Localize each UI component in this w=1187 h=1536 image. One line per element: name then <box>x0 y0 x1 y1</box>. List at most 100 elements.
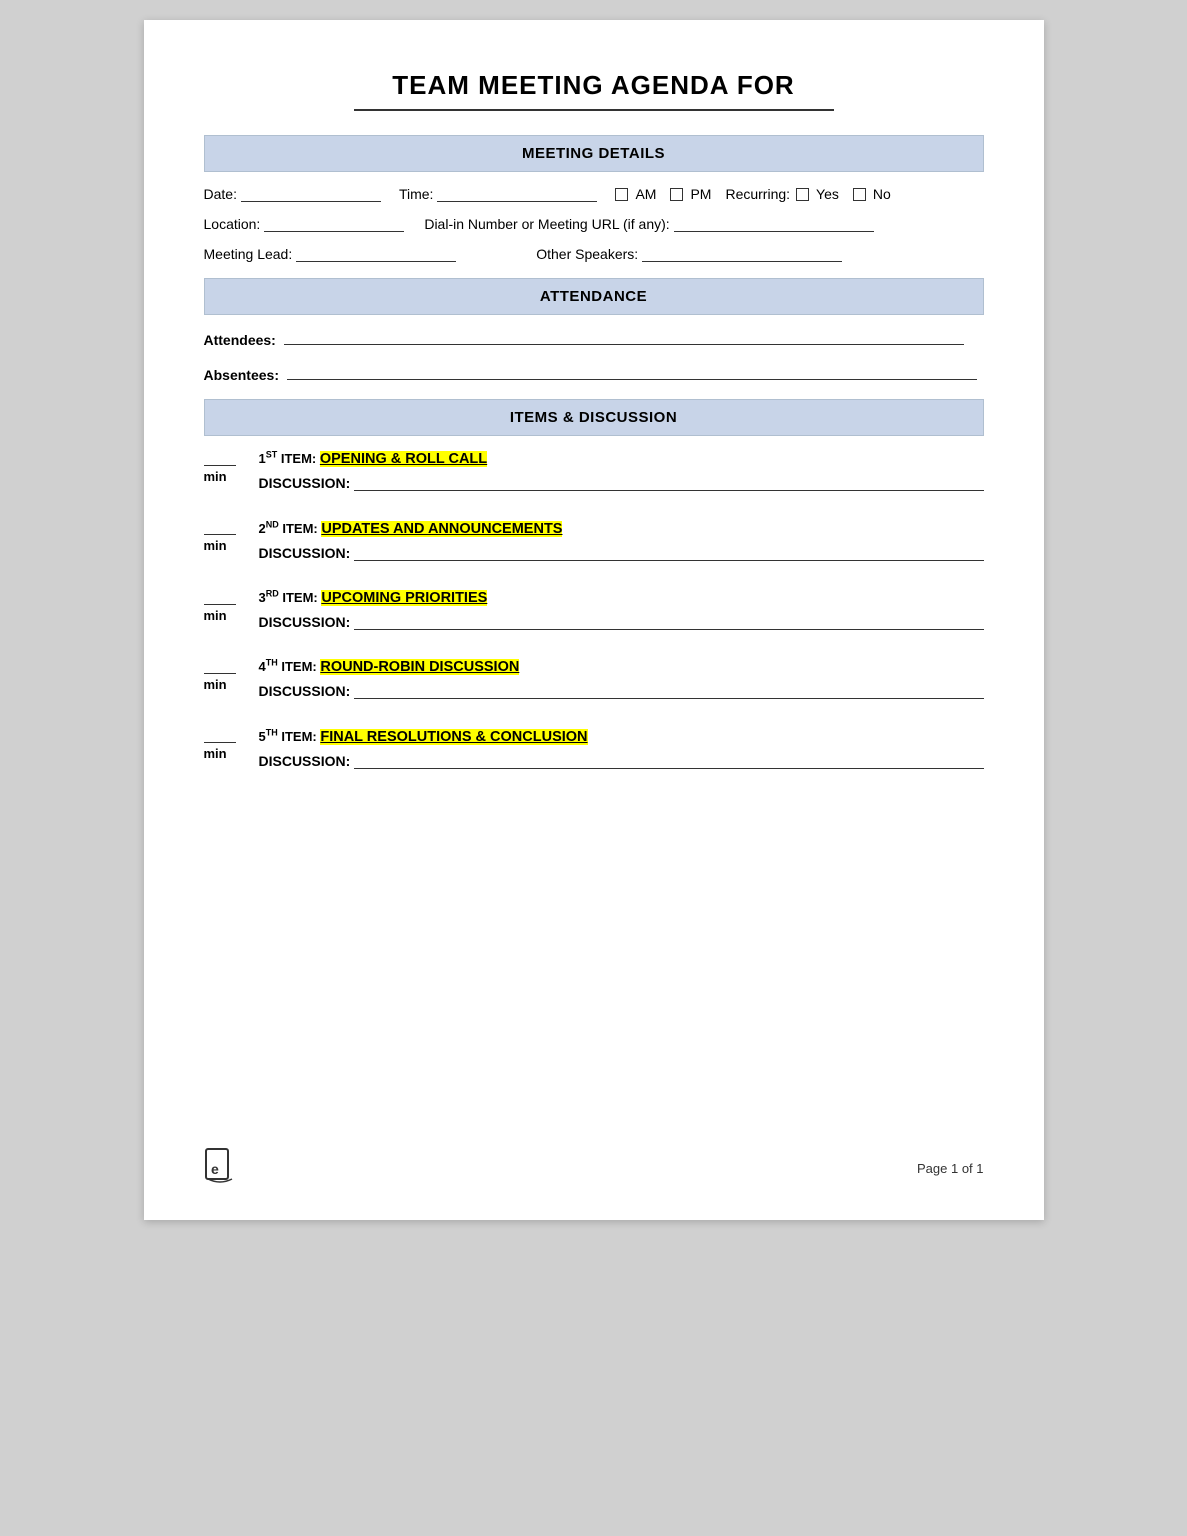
item-2-highlighted: UPDATES AND ANNOUNCEMENTS <box>321 521 562 537</box>
meeting-details-header: MEETING DETAILS <box>204 135 984 172</box>
item-5-highlighted: FINAL RESOLUTIONS & CONCLUSION <box>320 729 587 745</box>
item-4-content: 4TH ITEM: ROUND-ROBIN DISCUSSION DISCUSS… <box>259 658 984 699</box>
item-1-content: 1ST ITEM: OPENING & ROLL CALL DISCUSSION… <box>259 450 984 491</box>
date-label: Date: <box>204 186 237 202</box>
time-field[interactable] <box>437 186 597 202</box>
item-2-min-line <box>204 521 236 535</box>
item-1-number: 1ST ITEM: <box>259 451 320 466</box>
item-1-discussion-label: DISCUSSION: <box>259 475 351 491</box>
absentees-row: Absentees: <box>204 364 984 383</box>
no-checkbox-group: No <box>853 186 891 202</box>
document-title: TEAM MEETING AGENDA FOR <box>204 70 984 101</box>
date-field[interactable] <box>241 186 381 202</box>
yes-label: Yes <box>816 186 839 202</box>
agenda-item-4: min 4TH ITEM: ROUND-ROBIN DISCUSSION DIS… <box>204 658 984 699</box>
item-1-min-label: min <box>204 469 227 484</box>
attendees-label: Attendees: <box>204 332 276 348</box>
item-1-discussion-line[interactable] <box>354 475 983 491</box>
yes-checkbox[interactable] <box>796 188 809 201</box>
item-3-discussion-line[interactable] <box>354 614 983 630</box>
item-5-discussion-line[interactable] <box>354 753 983 769</box>
pm-label: PM <box>690 186 711 202</box>
item-3-min-line <box>204 591 236 605</box>
item-2-time: min <box>204 519 259 553</box>
no-label: No <box>873 186 891 202</box>
item-5-content: 5TH ITEM: FINAL RESOLUTIONS & CONCLUSION… <box>259 727 984 768</box>
title-section: TEAM MEETING AGENDA FOR <box>204 70 984 111</box>
item-4-highlighted: ROUND-ROBIN DISCUSSION <box>320 659 519 675</box>
item-1-min-line <box>204 452 236 466</box>
item-4-time: min <box>204 658 259 692</box>
item-5-min-label: min <box>204 746 227 761</box>
meeting-details-section: MEETING DETAILS Date: Time: AM PM Recurr… <box>204 135 984 262</box>
items-discussion-header: ITEMS & DISCUSSION <box>204 399 984 436</box>
attendees-field[interactable] <box>284 329 964 345</box>
agenda-item-2: min 2ND ITEM: UPDATES AND ANNOUNCEMENTS … <box>204 519 984 560</box>
item-3-number: 3RD ITEM: <box>259 590 322 605</box>
item-4-discussion-line[interactable] <box>354 683 983 699</box>
absentees-field[interactable] <box>287 364 977 380</box>
am-label: AM <box>635 186 656 202</box>
item-3-time: min <box>204 589 259 623</box>
item-1-time: min <box>204 450 259 484</box>
lead-speakers-row: Meeting Lead: Other Speakers: <box>204 246 984 262</box>
item-5-title: 5TH ITEM: FINAL RESOLUTIONS & CONCLUSION <box>259 727 984 744</box>
meeting-lead-field[interactable] <box>296 246 456 262</box>
time-label: Time: <box>399 186 433 202</box>
item-2-content: 2ND ITEM: UPDATES AND ANNOUNCEMENTS DISC… <box>259 519 984 560</box>
attendance-section: ATTENDANCE Attendees: Absentees: <box>204 278 984 383</box>
item-4-discussion-row: DISCUSSION: <box>259 683 984 699</box>
yes-checkbox-group: Yes <box>796 186 839 202</box>
recurring-label: Recurring: <box>725 186 790 202</box>
items-discussion-section: ITEMS & DISCUSSION min 1ST ITEM: OPENING… <box>204 399 984 769</box>
absentees-label: Absentees: <box>204 367 279 383</box>
item-2-discussion-row: DISCUSSION: <box>259 545 984 561</box>
page-number: Page 1 of 1 <box>917 1161 984 1176</box>
agenda-item-1: min 1ST ITEM: OPENING & ROLL CALL DISCUS… <box>204 450 984 491</box>
item-4-min-line <box>204 660 236 674</box>
date-time-row: Date: Time: AM PM Recurring: Yes No <box>204 186 984 202</box>
dialin-label: Dial-in Number or Meeting URL (if any): <box>424 216 669 232</box>
item-2-discussion-line[interactable] <box>354 545 983 561</box>
item-5-number: 5TH ITEM: <box>259 729 321 744</box>
item-1-discussion-row: DISCUSSION: <box>259 475 984 491</box>
item-4-title: 4TH ITEM: ROUND-ROBIN DISCUSSION <box>259 658 984 675</box>
item-1-title: 1ST ITEM: OPENING & ROLL CALL <box>259 450 984 467</box>
dialin-field[interactable] <box>674 216 874 232</box>
other-speakers-label: Other Speakers: <box>536 246 638 262</box>
item-3-discussion-row: DISCUSSION: <box>259 614 984 630</box>
item-5-discussion-label: DISCUSSION: <box>259 753 351 769</box>
location-label: Location: <box>204 216 261 232</box>
am-checkbox[interactable] <box>615 188 628 201</box>
meeting-lead-label: Meeting Lead: <box>204 246 293 262</box>
item-3-highlighted: UPCOMING PRIORITIES <box>321 590 487 606</box>
item-4-number: 4TH ITEM: <box>259 659 321 674</box>
location-field[interactable] <box>264 216 404 232</box>
am-checkbox-group: AM <box>615 186 656 202</box>
item-2-number: 2ND ITEM: <box>259 521 322 536</box>
pm-checkbox-group: PM <box>670 186 711 202</box>
attendance-header: ATTENDANCE <box>204 278 984 315</box>
esignature-icon: e <box>204 1147 236 1190</box>
location-row: Location: Dial-in Number or Meeting URL … <box>204 216 984 232</box>
title-underline <box>354 109 834 111</box>
item-3-min-label: min <box>204 608 227 623</box>
item-5-discussion-row: DISCUSSION: <box>259 753 984 769</box>
item-3-content: 3RD ITEM: UPCOMING PRIORITIES DISCUSSION… <box>259 589 984 630</box>
item-5-time: min <box>204 727 259 761</box>
page-footer: e Page 1 of 1 <box>204 1147 984 1190</box>
item-2-min-label: min <box>204 538 227 553</box>
item-2-discussion-label: DISCUSSION: <box>259 545 351 561</box>
item-4-min-label: min <box>204 677 227 692</box>
no-checkbox[interactable] <box>853 188 866 201</box>
pm-checkbox[interactable] <box>670 188 683 201</box>
item-4-discussion-label: DISCUSSION: <box>259 683 351 699</box>
item-2-title: 2ND ITEM: UPDATES AND ANNOUNCEMENTS <box>259 519 984 536</box>
agenda-item-5: min 5TH ITEM: FINAL RESOLUTIONS & CONCLU… <box>204 727 984 768</box>
item-5-min-line <box>204 729 236 743</box>
svg-text:e: e <box>211 1161 219 1177</box>
other-speakers-field[interactable] <box>642 246 842 262</box>
item-3-title: 3RD ITEM: UPCOMING PRIORITIES <box>259 589 984 606</box>
item-1-highlighted: OPENING & ROLL CALL <box>320 451 487 467</box>
attendees-row: Attendees: <box>204 329 984 348</box>
